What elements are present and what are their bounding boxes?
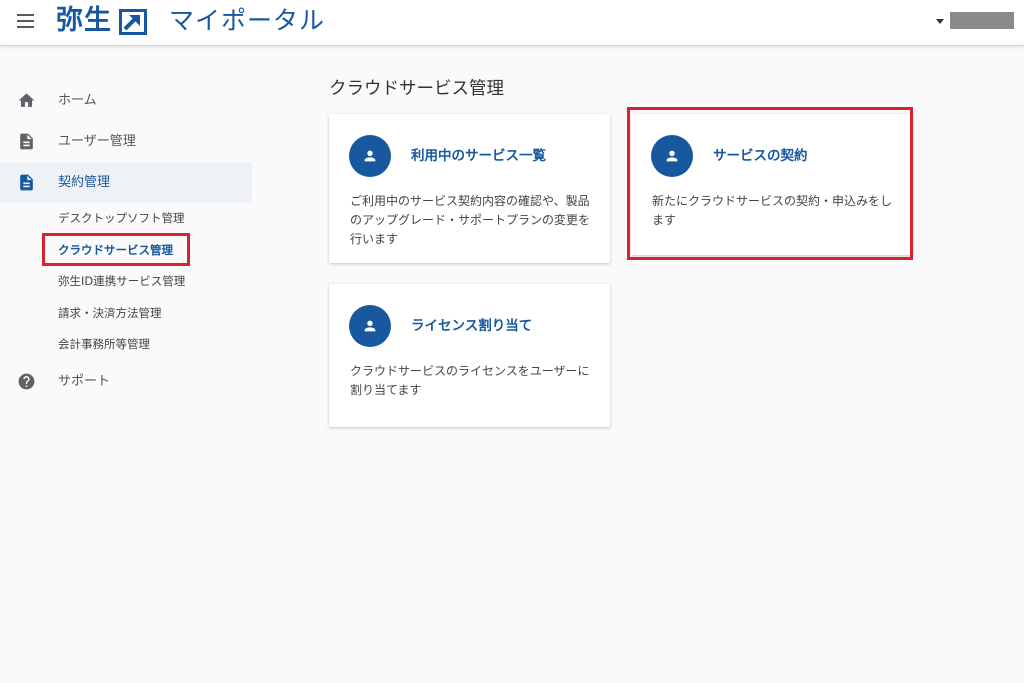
sidebar-item-users[interactable]: ユーザー管理 — [0, 121, 252, 162]
card-title: ライセンス割り当て — [411, 318, 533, 334]
card-description: 新たにクラウドサービスの契約・申込みをします — [652, 194, 893, 227]
menu-icon[interactable] — [17, 14, 34, 28]
user-menu[interactable] — [936, 12, 1016, 30]
card-description: ご利用中のサービス契約内容の確認や、製品のアップグレード・サポートプランの変更を… — [350, 194, 591, 246]
submenu-item-label: デスクトップソフト管理 — [58, 211, 185, 225]
sidebar-item-home[interactable]: ホーム — [0, 80, 252, 121]
logo-arrow-icon — [119, 9, 147, 35]
avatar — [349, 135, 391, 177]
app-title: マイポータル — [169, 6, 326, 35]
card-title: サービスの契約 — [713, 148, 808, 164]
sidebar-item-support[interactable]: サポート — [0, 361, 252, 402]
card-title: 利用中のサービス一覧 — [411, 148, 546, 164]
submenu-item-billing[interactable]: 請求・決済方法管理 — [0, 298, 252, 330]
app-header: 弥生 マイポータル — [0, 0, 1024, 46]
card-description: クラウドサービスのライセンスをユーザーに割り当てます — [350, 364, 590, 397]
person-icon — [364, 150, 376, 162]
sidebar-item-label: 契約管理 — [58, 175, 111, 190]
person-icon — [364, 320, 376, 332]
submenu-item-yayoi-id[interactable]: 弥生ID連携サービス管理 — [0, 266, 252, 298]
avatar — [651, 135, 693, 177]
page-title: クラウドサービス管理 — [329, 79, 504, 99]
home-icon — [18, 93, 35, 107]
user-name-redacted — [950, 12, 1014, 29]
submenu-item-accounting-firm[interactable]: 会計事務所等管理 — [0, 329, 252, 361]
sidebar-item-label: ホーム — [58, 93, 97, 108]
sidebar-item-contracts[interactable]: 契約管理 — [0, 162, 252, 203]
submenu-item-label: クラウドサービス管理 — [58, 242, 173, 257]
submenu-item-cloud-service[interactable]: クラウドサービス管理 — [0, 235, 252, 267]
avatar — [349, 305, 391, 347]
help-icon — [18, 373, 35, 389]
document-icon — [20, 133, 33, 150]
document-icon — [20, 174, 33, 191]
sidebar-item-label: ユーザー管理 — [58, 134, 136, 149]
contract-submenu: デスクトップソフト管理 クラウドサービス管理 弥生ID連携サービス管理 請求・決… — [0, 203, 252, 361]
sidebar-item-label: サポート — [58, 373, 111, 389]
logo-text: 弥生 — [56, 5, 112, 36]
submenu-item-desktop-software[interactable]: デスクトップソフト管理 — [0, 203, 252, 235]
card-services-in-use[interactable]: 利用中のサービス一覧 ご利用中のサービス契約内容の確認や、製品のアップグレード・… — [329, 114, 610, 263]
caret-down-icon — [936, 19, 944, 24]
card-license-assignment[interactable]: ライセンス割り当て クラウドサービスのライセンスをユーザーに割り当てます — [329, 284, 610, 427]
person-icon — [666, 150, 678, 162]
sidebar: ホーム ユーザー管理 契約管理 デスクトップソフト管理 クラウドサービス管理 弥… — [0, 80, 252, 402]
submenu-item-label: 請求・決済方法管理 — [58, 305, 162, 320]
card-service-contract[interactable]: サービスの契約 新たにクラウドサービスの契約・申込みをします — [631, 114, 912, 255]
submenu-item-label: 弥生ID連携サービス管理 — [58, 274, 186, 288]
submenu-item-label: 会計事務所等管理 — [58, 337, 150, 351]
